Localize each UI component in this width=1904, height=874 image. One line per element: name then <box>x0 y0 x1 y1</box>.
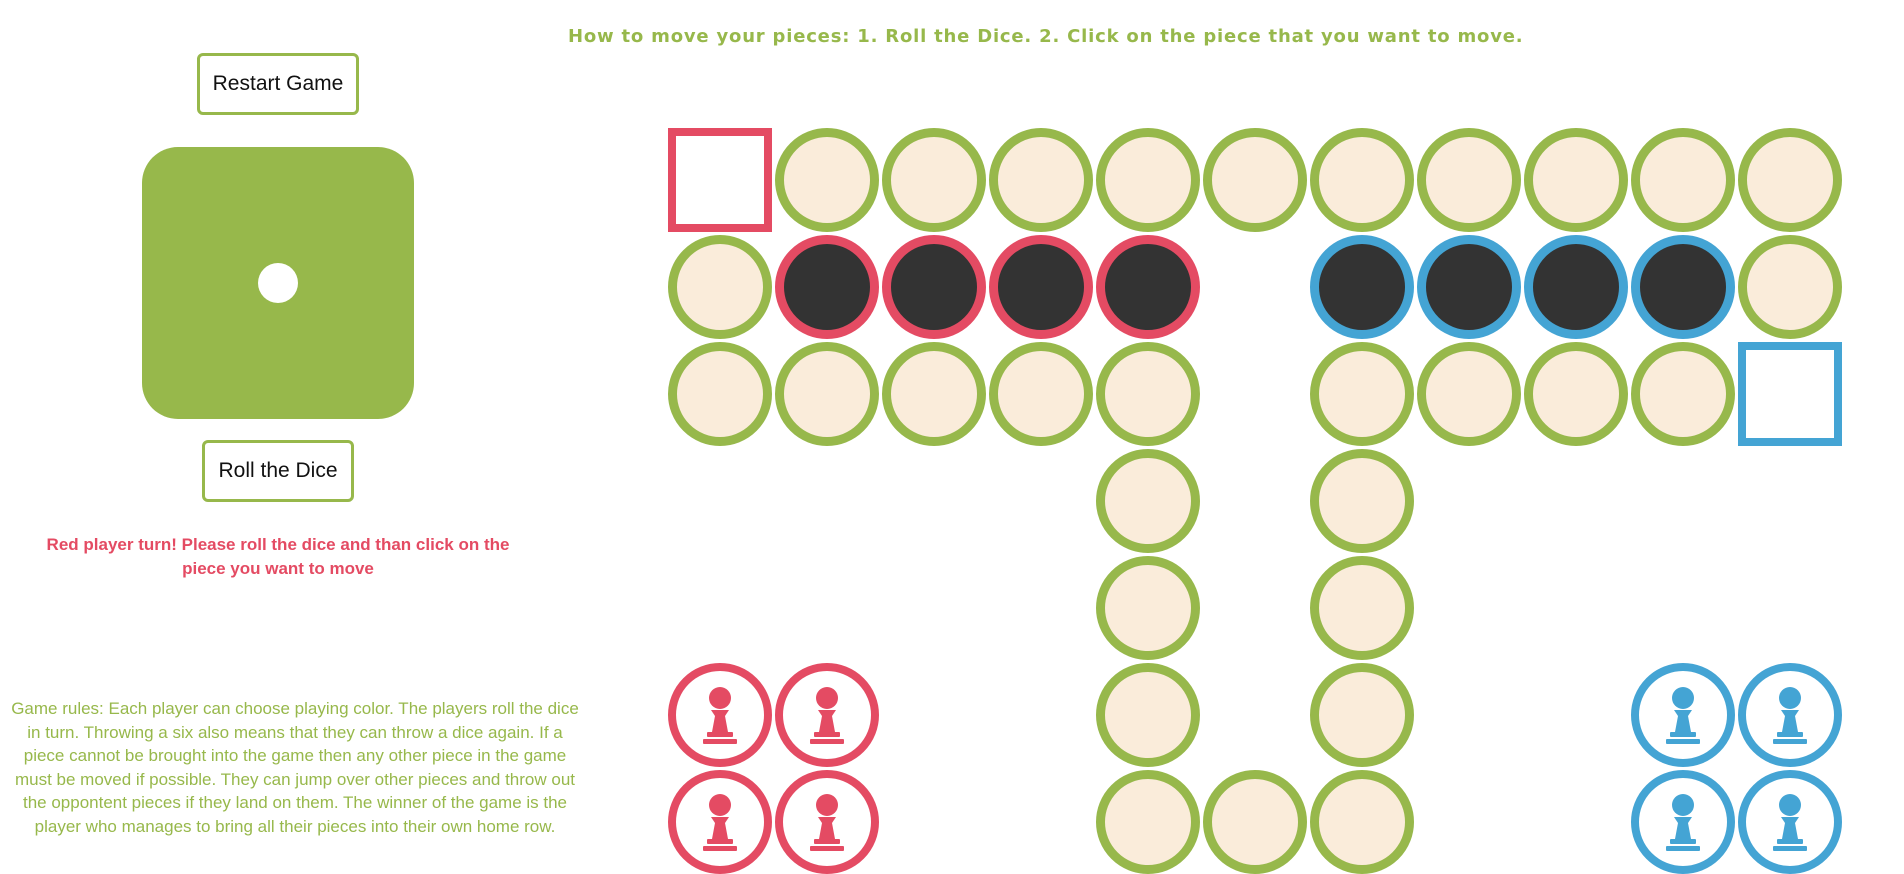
path-cell <box>1096 449 1200 553</box>
pawn-icon <box>703 687 737 744</box>
blue-start-cell <box>1738 342 1842 446</box>
blue-piece[interactable] <box>1738 663 1842 767</box>
red-home-cell <box>775 235 879 339</box>
path-cell <box>668 235 772 339</box>
path-cell <box>1417 128 1521 232</box>
red-home-cell <box>989 235 1093 339</box>
path-cell <box>775 128 879 232</box>
red-home-cell <box>1096 235 1200 339</box>
red-home-cell <box>882 235 986 339</box>
path-cell <box>1310 556 1414 660</box>
pawn-icon <box>1666 687 1700 744</box>
path-cell <box>1310 449 1414 553</box>
blue-home-cell <box>1524 235 1628 339</box>
pawn-icon <box>810 794 844 851</box>
path-cell <box>775 342 879 446</box>
blue-home-cell <box>1310 235 1414 339</box>
path-cell <box>1310 770 1414 874</box>
pawn-icon <box>1773 794 1807 851</box>
blue-piece[interactable] <box>1738 770 1842 874</box>
blue-home-cell <box>1417 235 1521 339</box>
pawn-icon <box>810 687 844 744</box>
path-cell <box>1524 128 1628 232</box>
blue-home-cell <box>1631 235 1735 339</box>
red-piece[interactable] <box>668 770 772 874</box>
blue-piece[interactable] <box>1631 770 1735 874</box>
blue-piece[interactable] <box>1631 663 1735 767</box>
path-cell <box>1631 342 1735 446</box>
path-cell <box>989 128 1093 232</box>
path-cell <box>1524 342 1628 446</box>
pawn-icon <box>703 794 737 851</box>
path-cell <box>1203 770 1307 874</box>
path-cell <box>1310 663 1414 767</box>
path-cell <box>1096 556 1200 660</box>
path-cell <box>1096 342 1200 446</box>
path-cell <box>1310 342 1414 446</box>
path-cell <box>1096 770 1200 874</box>
red-piece[interactable] <box>775 663 879 767</box>
path-cell <box>882 128 986 232</box>
path-cell <box>1096 128 1200 232</box>
path-cell <box>668 342 772 446</box>
red-piece[interactable] <box>775 770 879 874</box>
game-board <box>0 0 1904 874</box>
path-cell <box>882 342 986 446</box>
pawn-icon <box>1666 794 1700 851</box>
path-cell <box>1096 663 1200 767</box>
path-cell <box>1631 128 1735 232</box>
pawn-icon <box>1773 687 1807 744</box>
red-start-cell <box>668 128 772 232</box>
red-piece[interactable] <box>668 663 772 767</box>
path-cell <box>1738 128 1842 232</box>
path-cell <box>1203 128 1307 232</box>
path-cell <box>1310 128 1414 232</box>
path-cell <box>1417 342 1521 446</box>
path-cell <box>1738 235 1842 339</box>
path-cell <box>989 342 1093 446</box>
